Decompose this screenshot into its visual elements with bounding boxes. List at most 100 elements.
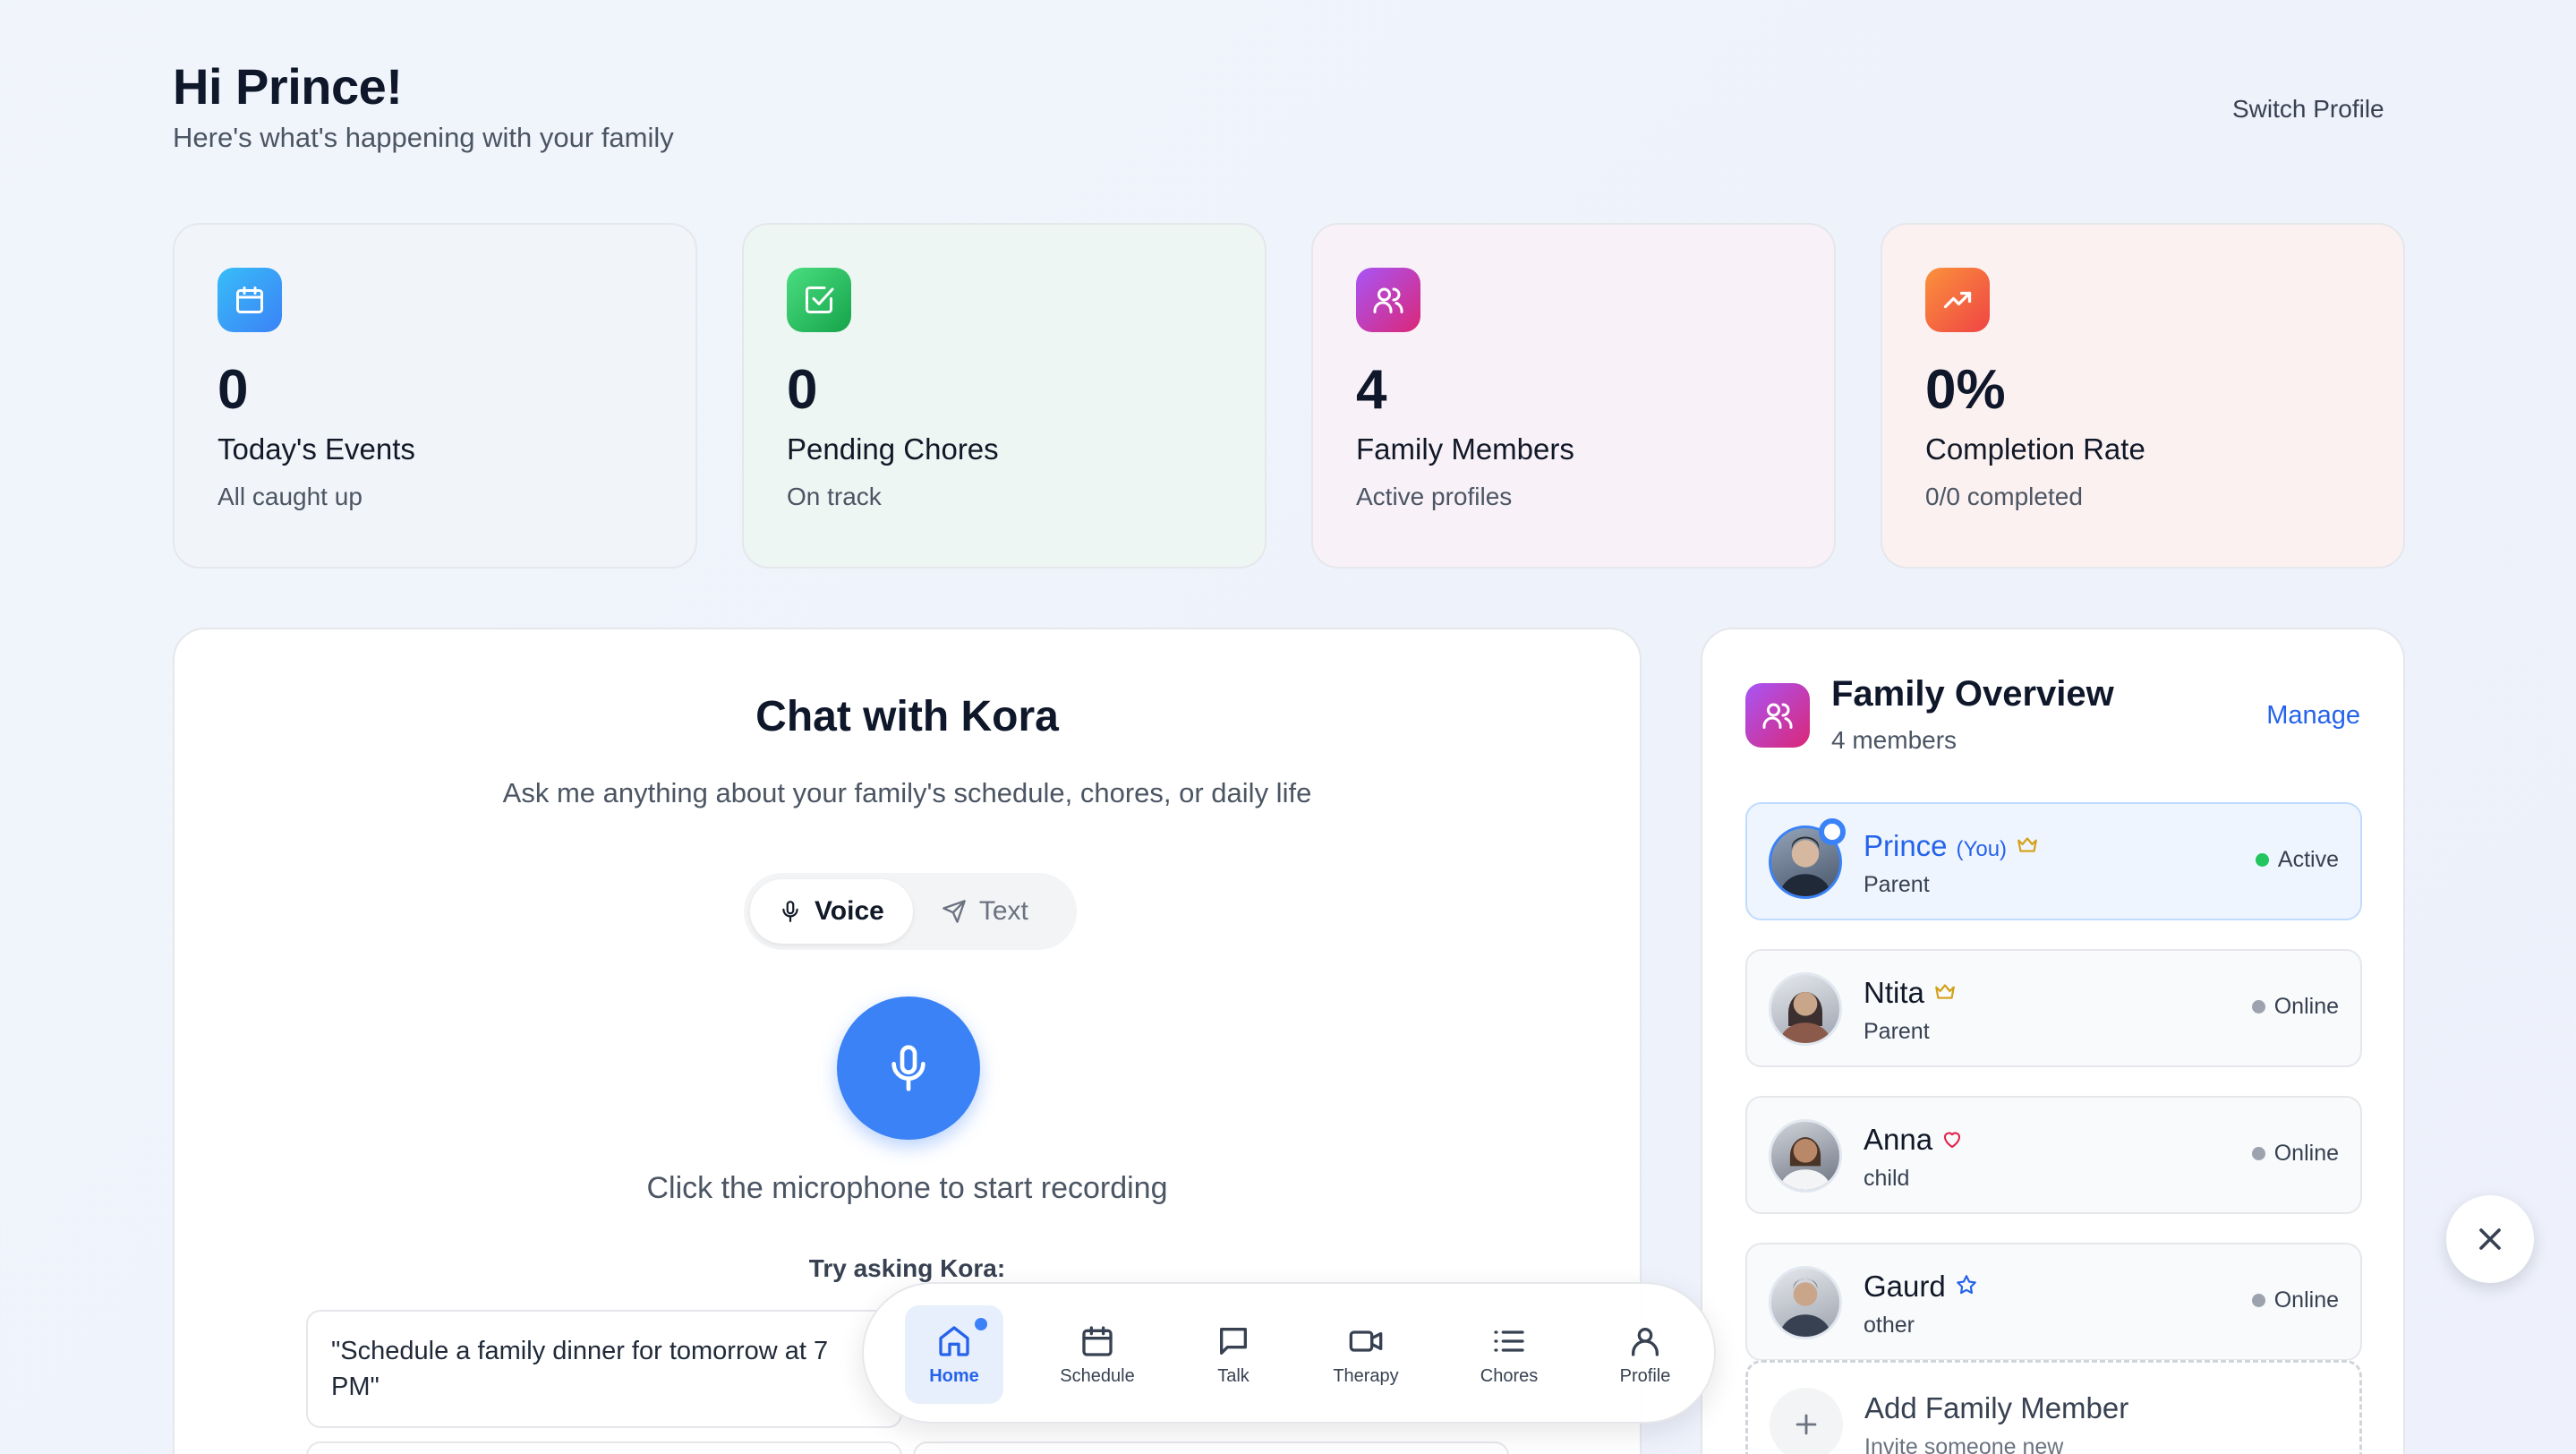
nav-label: Talk — [1217, 1365, 1250, 1386]
nav-therapy[interactable]: Therapy — [1317, 1305, 1415, 1404]
stat-card-chores: 0 Pending Chores On track — [742, 223, 1267, 569]
stat-value: 4 — [1356, 359, 1387, 421]
suggestion-chip[interactable]: "Schedule a family dinner for tomorrow a… — [306, 1310, 902, 1428]
nav-home[interactable]: Home — [905, 1305, 1003, 1404]
nav-profile[interactable]: Profile — [1596, 1305, 1694, 1404]
avatar — [1769, 1119, 1842, 1193]
close-button[interactable] — [2446, 1195, 2534, 1283]
home-icon — [939, 1325, 969, 1356]
nav-label: Schedule — [1060, 1365, 1135, 1386]
voice-label: Voice — [815, 896, 884, 926]
member-card-prince[interactable]: Prince (You) Parent Active — [1745, 802, 2362, 920]
member-name: Gaurd — [1864, 1270, 1946, 1303]
status-badge: Active — [2255, 847, 2339, 873]
stat-sub: On track — [787, 483, 882, 510]
add-member-title: Add Family Member — [1864, 1391, 2129, 1424]
stat-label: Pending Chores — [787, 432, 999, 466]
voice-mode-button[interactable]: Voice — [750, 879, 913, 944]
stat-label: Family Members — [1356, 432, 1574, 466]
member-name-row: Anna — [1864, 1123, 1963, 1157]
stat-label: Today's Events — [218, 432, 415, 466]
status-badge: Online — [2251, 1141, 2339, 1167]
stat-sub: 0/0 completed — [1925, 483, 2083, 510]
nav-label: Chores — [1480, 1365, 1539, 1386]
status-text: Online — [2273, 1287, 2339, 1313]
mic-icon — [891, 1045, 925, 1091]
member-card-ntita[interactable]: Ntita Parent Online — [1745, 949, 2362, 1067]
add-member-button[interactable]: Add Family Member Invite someone new — [1745, 1360, 2362, 1454]
mic-hint: Click the microphone to start recording — [646, 1171, 1168, 1205]
member-card-gaurd[interactable]: Gaurd other Online — [1745, 1243, 2362, 1361]
trending-up-icon — [1925, 268, 1990, 332]
chat-title: Chat with Kora — [755, 693, 1059, 740]
record-button[interactable] — [837, 996, 980, 1140]
close-icon — [2479, 1228, 2501, 1250]
crown-icon — [1935, 984, 1955, 999]
nav-schedule[interactable]: Schedule — [1048, 1305, 1147, 1404]
suggestion-chip[interactable] — [306, 1441, 902, 1454]
status-dot — [2251, 1147, 2265, 1160]
online-indicator — [1819, 818, 1846, 845]
status-text: Online — [2273, 1141, 2339, 1166]
text-label: Text — [978, 896, 1028, 926]
member-role: Parent — [1864, 872, 1930, 897]
stat-card-members: 4 Family Members Active profiles — [1311, 223, 1836, 569]
greeting-block: Hi Prince! Here's what's happening with … — [173, 56, 674, 154]
stat-label: Completion Rate — [1925, 432, 2145, 466]
crown-icon — [2017, 837, 2037, 852]
notification-dot — [975, 1318, 987, 1330]
member-name: Anna — [1864, 1123, 1933, 1156]
add-member-subtitle: Invite someone new — [1864, 1434, 2064, 1454]
stat-card-completion: 0% Completion Rate 0/0 completed — [1881, 223, 2405, 569]
member-role: Parent — [1864, 1019, 1930, 1044]
heart-icon — [1944, 1132, 1961, 1148]
chat-subtitle: Ask me anything about your family's sche… — [502, 777, 1312, 808]
message-icon — [1220, 1327, 1247, 1355]
family-count: 4 members — [1831, 726, 1958, 754]
stat-sub: All caught up — [218, 483, 363, 510]
manage-link[interactable]: Manage — [2266, 701, 2360, 731]
mode-toggle: Voice Text — [744, 873, 1077, 950]
mic-icon — [782, 901, 798, 922]
family-title: Family Overview — [1831, 674, 2114, 714]
stat-value: 0% — [1925, 359, 2006, 421]
stat-value: 0 — [218, 359, 249, 421]
text-mode-button[interactable]: Text — [913, 879, 1057, 944]
stat-card-events: 0 Today's Events All caught up — [173, 223, 697, 569]
family-overview-panel: Family Overview 4 members Manage Prince … — [1701, 628, 2405, 1454]
member-name-row: Gaurd — [1864, 1270, 1978, 1304]
users-icon — [1745, 683, 1810, 748]
status-badge: Online — [2251, 994, 2339, 1020]
plus-icon — [1770, 1388, 1843, 1454]
member-card-anna[interactable]: Anna child Online — [1745, 1096, 2362, 1214]
nav-label: Profile — [1619, 1365, 1671, 1386]
status-dot — [2251, 1000, 2265, 1014]
page-title: Hi Prince! — [173, 58, 403, 115]
page-subtitle: Here's what's happening with your family — [173, 122, 674, 153]
star-icon — [1956, 1275, 1976, 1295]
nav-label: Therapy — [1333, 1365, 1399, 1386]
you-label: (You) — [1956, 837, 2008, 861]
status-text: Active — [2277, 847, 2339, 872]
bottom-nav: Home Schedule Talk Therapy Chores Profil… — [862, 1282, 1716, 1424]
member-name-row: Ntita — [1864, 976, 1957, 1010]
member-name-row: Prince (You) — [1864, 829, 2039, 863]
avatar — [1769, 972, 1842, 1046]
member-name: Ntita — [1864, 976, 1924, 1009]
send-icon — [942, 900, 966, 923]
check-square-icon — [787, 268, 851, 332]
suggestion-chip[interactable] — [913, 1441, 1509, 1454]
list-icon — [1494, 1330, 1524, 1352]
status-badge: Online — [2251, 1287, 2339, 1313]
calendar-icon — [1082, 1325, 1113, 1356]
nav-chores[interactable]: Chores — [1460, 1305, 1558, 1404]
switch-profile-button[interactable]: Switch Profile — [2232, 95, 2384, 124]
member-name: Prince — [1864, 829, 1948, 862]
users-icon — [1356, 268, 1420, 332]
member-role: child — [1864, 1166, 1910, 1191]
status-dot — [2251, 1294, 2265, 1307]
nav-talk[interactable]: Talk — [1184, 1305, 1283, 1404]
member-role: other — [1864, 1313, 1915, 1338]
status-text: Online — [2273, 994, 2339, 1019]
stat-value: 0 — [787, 359, 818, 421]
